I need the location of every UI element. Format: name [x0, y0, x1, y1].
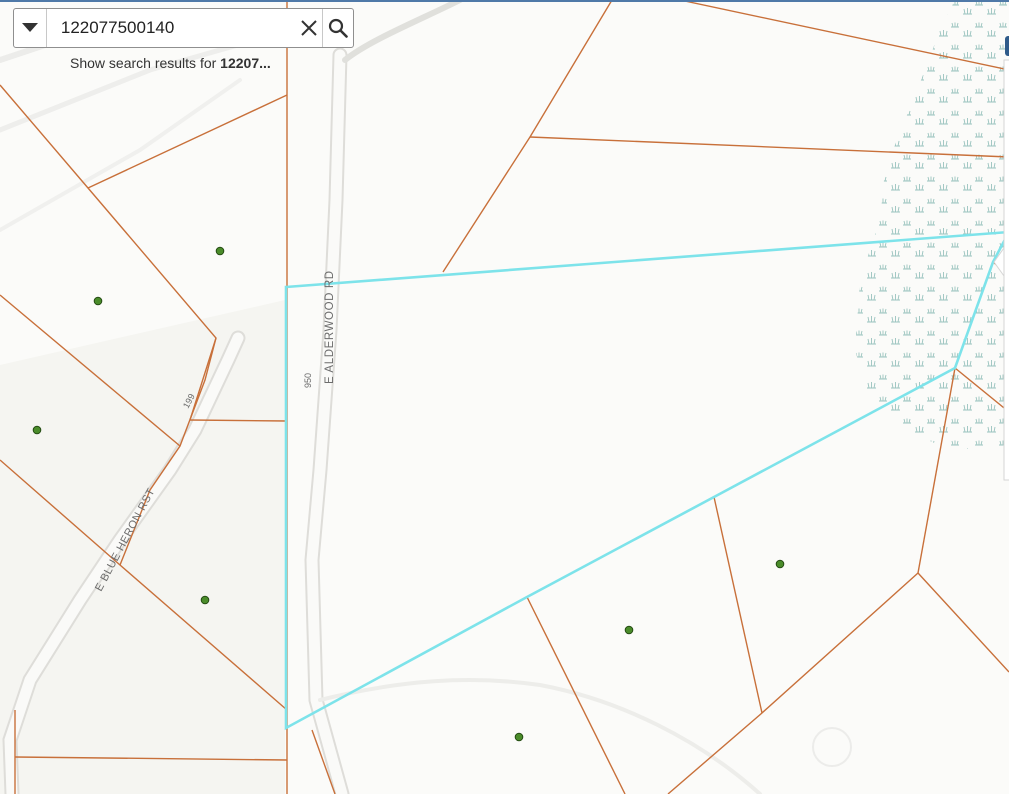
chevron-down-icon [21, 23, 38, 32]
shaded-area [0, 300, 285, 794]
search-button[interactable] [321, 9, 353, 47]
search-source-dropdown[interactable] [14, 9, 47, 47]
wetland-area [855, 0, 1009, 450]
map-canvas[interactable]: E ALDERWOOD RD 950 E BLUE HERON RST 199 [0, 0, 1009, 794]
suggestion-prefix: Show search results for [70, 55, 221, 71]
search-widget [13, 8, 354, 48]
clear-search-button[interactable] [296, 9, 322, 47]
address-point [215, 246, 225, 256]
address-point [775, 559, 785, 569]
road-number-alderwood: 950 [303, 373, 313, 388]
address-point [32, 425, 42, 435]
road-label-alderwood: E ALDERWOOD RD [324, 270, 336, 384]
search-icon [328, 18, 348, 38]
address-point [624, 625, 634, 635]
search-suggestion[interactable]: Show search results for 12207... [70, 55, 271, 71]
close-icon [301, 20, 317, 36]
address-point [93, 296, 103, 306]
search-input[interactable] [46, 9, 296, 47]
address-point [514, 732, 524, 742]
suggestion-query: 12207... [220, 55, 271, 71]
top-edge-bar [0, 0, 1009, 2]
address-point [200, 595, 210, 605]
